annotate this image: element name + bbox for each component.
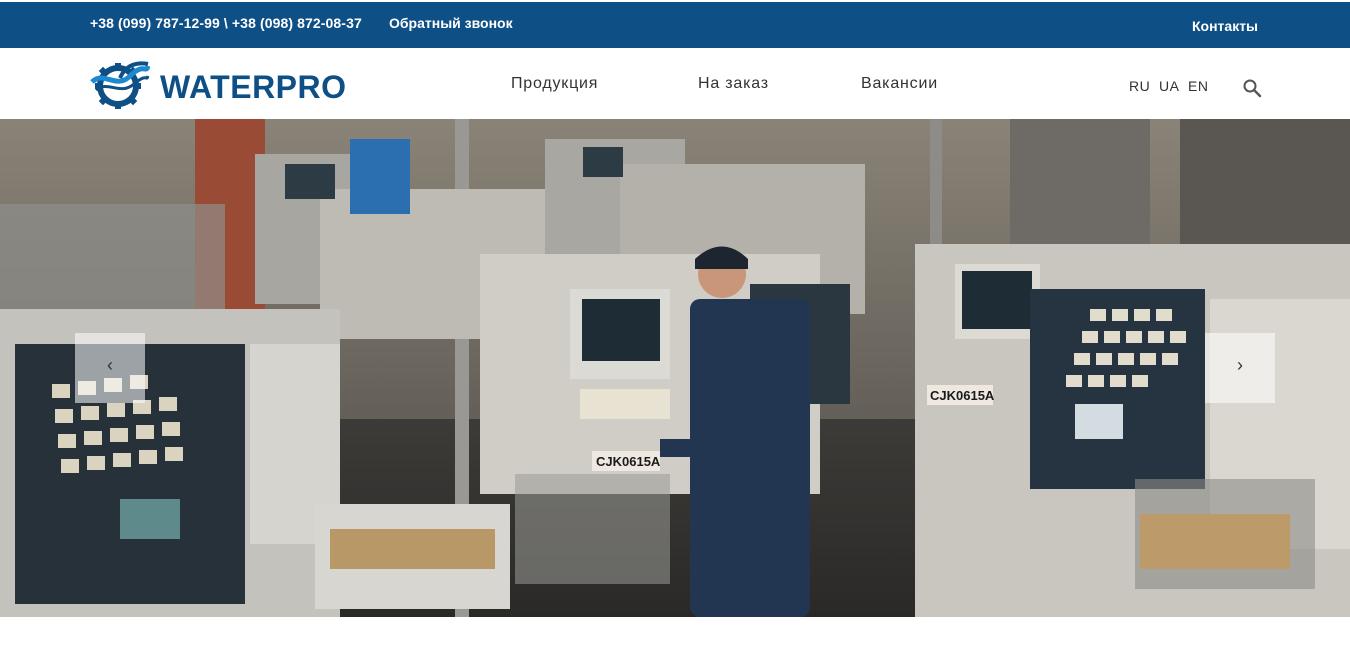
nav-vacancies[interactable]: Вакансии: [861, 75, 938, 93]
chevron-right-icon: ›: [1237, 355, 1243, 375]
lang-ru[interactable]: RU: [1129, 78, 1150, 94]
logo-gear-icon: [90, 61, 150, 109]
lang-ua[interactable]: UA: [1159, 78, 1179, 94]
chevron-left-icon: ‹: [107, 355, 113, 375]
callback-link[interactable]: Обратный звонок: [389, 15, 513, 31]
top-bar: +38 (099) 787-12-99 \ +38 (098) 872-08-3…: [0, 0, 1350, 48]
search-icon[interactable]: [1242, 78, 1262, 98]
page-below-hero: [0, 617, 1350, 669]
slider-prev-button[interactable]: ‹: [75, 333, 145, 403]
main-header: WATERPRO Продукция На заказ Вакансии RU …: [0, 48, 1350, 119]
nav-custom-order[interactable]: На заказ: [698, 75, 769, 93]
logo[interactable]: WATERPRO: [90, 56, 350, 110]
slider-next-button[interactable]: ›: [1205, 333, 1275, 403]
contacts-link[interactable]: Контакты: [1192, 18, 1258, 34]
nav-products[interactable]: Продукция: [511, 75, 598, 93]
machine-plate-2: CJK0615A: [930, 388, 995, 403]
hero-slider: CJK0615A CJK0615A ‹ ›: [0, 119, 1350, 617]
logo-text: WATERPRO: [160, 69, 347, 105]
factory-photo: CJK0615A CJK0615A: [0, 119, 1350, 617]
lang-en[interactable]: EN: [1188, 78, 1208, 94]
phone-numbers[interactable]: +38 (099) 787-12-99 \ +38 (098) 872-08-3…: [90, 15, 362, 31]
machine-plate-1: CJK0615A: [596, 454, 661, 469]
